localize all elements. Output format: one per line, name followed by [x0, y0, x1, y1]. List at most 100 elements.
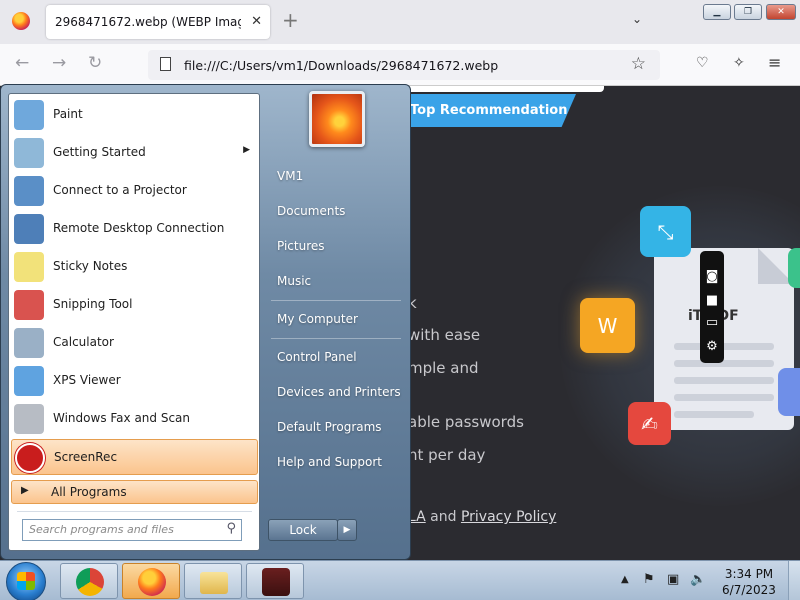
volume-muted-icon[interactable]: 🔈: [690, 572, 706, 587]
screenrec-app-icon: [262, 568, 290, 596]
program-getting-started[interactable]: Getting Started ▶: [11, 135, 258, 171]
program-screenrec[interactable]: ScreenRec: [11, 439, 258, 475]
compress-icon: ⤡: [657, 219, 674, 244]
user-avatar[interactable]: [309, 91, 365, 147]
network-icon[interactable]: ▣: [667, 572, 679, 587]
banner-top-strip: [380, 86, 604, 92]
program-label: Connect to a Projector: [53, 183, 187, 197]
place-music[interactable]: Music: [277, 274, 311, 288]
place-documents[interactable]: Documents: [277, 204, 345, 218]
program-label: Calculator: [53, 335, 114, 349]
hamburger-menu-icon[interactable]: ≡: [768, 53, 781, 72]
program-remote-desktop[interactable]: Remote Desktop Connection: [11, 211, 258, 247]
taskbar-chrome[interactable]: [60, 563, 118, 599]
blue-tile: [778, 368, 800, 416]
program-label: ScreenRec: [54, 450, 118, 464]
separator: [271, 300, 401, 301]
pocket-icon[interactable]: ♡: [696, 55, 709, 71]
doc-line: [674, 411, 754, 418]
video-icon[interactable]: ■: [700, 293, 724, 308]
search-placeholder: Search programs and files: [29, 523, 174, 536]
folder-icon: [200, 572, 228, 594]
tab-close-icon[interactable]: ✕: [251, 14, 262, 29]
program-label: XPS Viewer: [53, 373, 121, 387]
fax-scan-icon: [14, 404, 44, 434]
taskbar-firefox[interactable]: [122, 563, 180, 599]
screen-recorder-toolbar[interactable]: ◙ ■ ▭ ⚙: [700, 251, 724, 363]
getting-started-icon: [14, 138, 44, 168]
show-desktop-button[interactable]: [788, 561, 800, 600]
url-text[interactable]: file:///C:/Users/vm1/Downloads/296847167…: [184, 58, 498, 73]
bookmark-star-icon[interactable]: ☆: [631, 54, 646, 74]
window-minimize-button[interactable]: ▁: [703, 4, 731, 20]
projector-icon: [14, 176, 44, 206]
word-icon: W: [597, 313, 618, 338]
program-label: Remote Desktop Connection: [53, 221, 225, 235]
program-projector[interactable]: Connect to a Projector: [11, 173, 258, 209]
lock-options-arrow-icon[interactable]: ▶: [337, 519, 357, 541]
compress-tile: ⤡: [640, 206, 691, 257]
programs-panel: Paint Getting Started ▶ Connect to a Pro…: [8, 93, 260, 551]
sign-tile: ✍: [628, 402, 671, 445]
tray-expand-icon[interactable]: ▲: [621, 574, 629, 585]
body-text-line: mple and: [408, 359, 479, 377]
xps-viewer-icon: [14, 366, 44, 396]
clock-time[interactable]: 3:34 PM: [716, 567, 782, 581]
window-close-button[interactable]: ✕: [766, 4, 796, 20]
program-snipping-tool[interactable]: Snipping Tool: [11, 287, 258, 323]
camera-icon[interactable]: ◙: [700, 269, 724, 284]
program-label: Getting Started: [53, 145, 146, 159]
snipping-tool-icon: [14, 290, 44, 320]
start-menu: Paint Getting Started ▶ Connect to a Pro…: [0, 84, 411, 560]
place-devices-printers[interactable]: Devices and Printers: [277, 385, 401, 399]
paint-icon: [14, 100, 44, 130]
recommendation-ribbon: Top Recommendation: [396, 94, 576, 127]
search-icon[interactable]: ⚲: [226, 521, 236, 536]
tab-list-chevron-icon[interactable]: ⌄: [632, 12, 642, 26]
body-text-line: able passwords: [408, 413, 524, 431]
clock-date[interactable]: 6/7/2023: [716, 583, 782, 597]
program-xps-viewer[interactable]: XPS Viewer: [11, 363, 258, 399]
extensions-icon[interactable]: ✧: [733, 55, 745, 71]
back-arrow-icon[interactable]: ←: [15, 53, 29, 73]
place-vm1[interactable]: VM1: [277, 169, 303, 183]
place-control-panel[interactable]: Control Panel: [277, 350, 357, 364]
flag-icon[interactable]: ⚑: [643, 572, 655, 587]
word-tile: W: [580, 298, 635, 353]
taskbar: ▲ ⚑ ▣ 🔈 3:34 PM 6/7/2023: [0, 560, 800, 600]
sticky-notes-icon: [14, 252, 44, 282]
doc-line: [674, 343, 774, 350]
forward-arrow-icon[interactable]: →: [52, 53, 66, 73]
taskbar-explorer[interactable]: [184, 563, 242, 599]
place-default-programs[interactable]: Default Programs: [277, 420, 382, 434]
place-help-support[interactable]: Help and Support: [277, 455, 382, 469]
url-bar[interactable]: file:///C:/Users/vm1/Downloads/296847167…: [148, 50, 660, 80]
pdf-document-illustration: iT PDF: [654, 248, 794, 430]
program-calculator[interactable]: Calculator: [11, 325, 258, 361]
browser-tab[interactable]: 2968471672.webp (WEBP Image, 22 ✕: [46, 5, 270, 39]
reload-icon[interactable]: ↻: [88, 53, 102, 73]
doc-line: [674, 394, 774, 401]
privacy-policy-link[interactable]: Privacy Policy: [461, 509, 556, 525]
start-button[interactable]: [6, 562, 46, 600]
place-pictures[interactable]: Pictures: [277, 239, 325, 253]
all-programs-button[interactable]: ▶ All Programs: [11, 480, 258, 504]
program-paint[interactable]: Paint: [11, 97, 258, 133]
program-fax-scan[interactable]: Windows Fax and Scan: [11, 401, 258, 437]
window-icon[interactable]: ▭: [700, 315, 724, 330]
window-maximize-button[interactable]: ❐: [734, 4, 762, 20]
doc-line: [674, 360, 774, 367]
search-input[interactable]: Search programs and files ⚲: [22, 519, 242, 541]
ribbon-text: Top Recommendation: [410, 103, 568, 118]
gear-icon[interactable]: ⚙: [700, 339, 724, 354]
tab-title: 2968471672.webp (WEBP Image, 22: [55, 15, 241, 29]
program-sticky-notes[interactable]: Sticky Notes: [11, 249, 258, 285]
new-tab-button[interactable]: +: [282, 8, 299, 32]
program-label: Paint: [53, 107, 83, 121]
remote-desktop-icon: [14, 214, 44, 244]
lock-button[interactable]: Lock: [268, 519, 338, 541]
place-my-computer[interactable]: My Computer: [277, 312, 358, 326]
program-label: Snipping Tool: [53, 297, 133, 311]
taskbar-screenrec[interactable]: [246, 563, 304, 599]
signature-icon: ✍: [641, 411, 658, 436]
